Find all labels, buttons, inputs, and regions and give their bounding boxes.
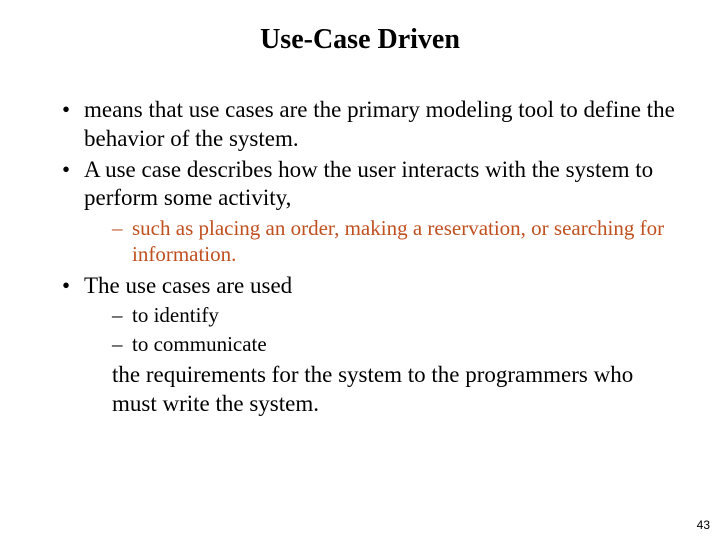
main-bullet-list: means that use cases are the primary mod…	[40, 96, 680, 418]
page-number: 43	[697, 518, 710, 532]
sub-bullet-item: to communicate	[112, 331, 680, 357]
slide-title: Use-Case Driven	[40, 24, 680, 56]
bullet-item: means that use cases are the primary mod…	[62, 96, 680, 154]
bullet-item: A use case describes how the user intera…	[62, 156, 680, 268]
bullet-text: The use cases are used	[84, 273, 292, 298]
sub-bullet-item: to identify	[112, 302, 680, 328]
sub-bullet-item: such as placing an order, making a reser…	[112, 215, 680, 268]
sub-bullet-list: such as placing an order, making a reser…	[84, 215, 680, 268]
sub-bullet-list: to identify to communicate	[84, 302, 680, 357]
bullet-item: The use cases are used to identify to co…	[62, 272, 680, 419]
slide-container: Use-Case Driven means that use cases are…	[0, 0, 720, 440]
trailing-text: the requirements for the system to the p…	[84, 361, 680, 419]
bullet-text: A use case describes how the user intera…	[84, 157, 653, 211]
